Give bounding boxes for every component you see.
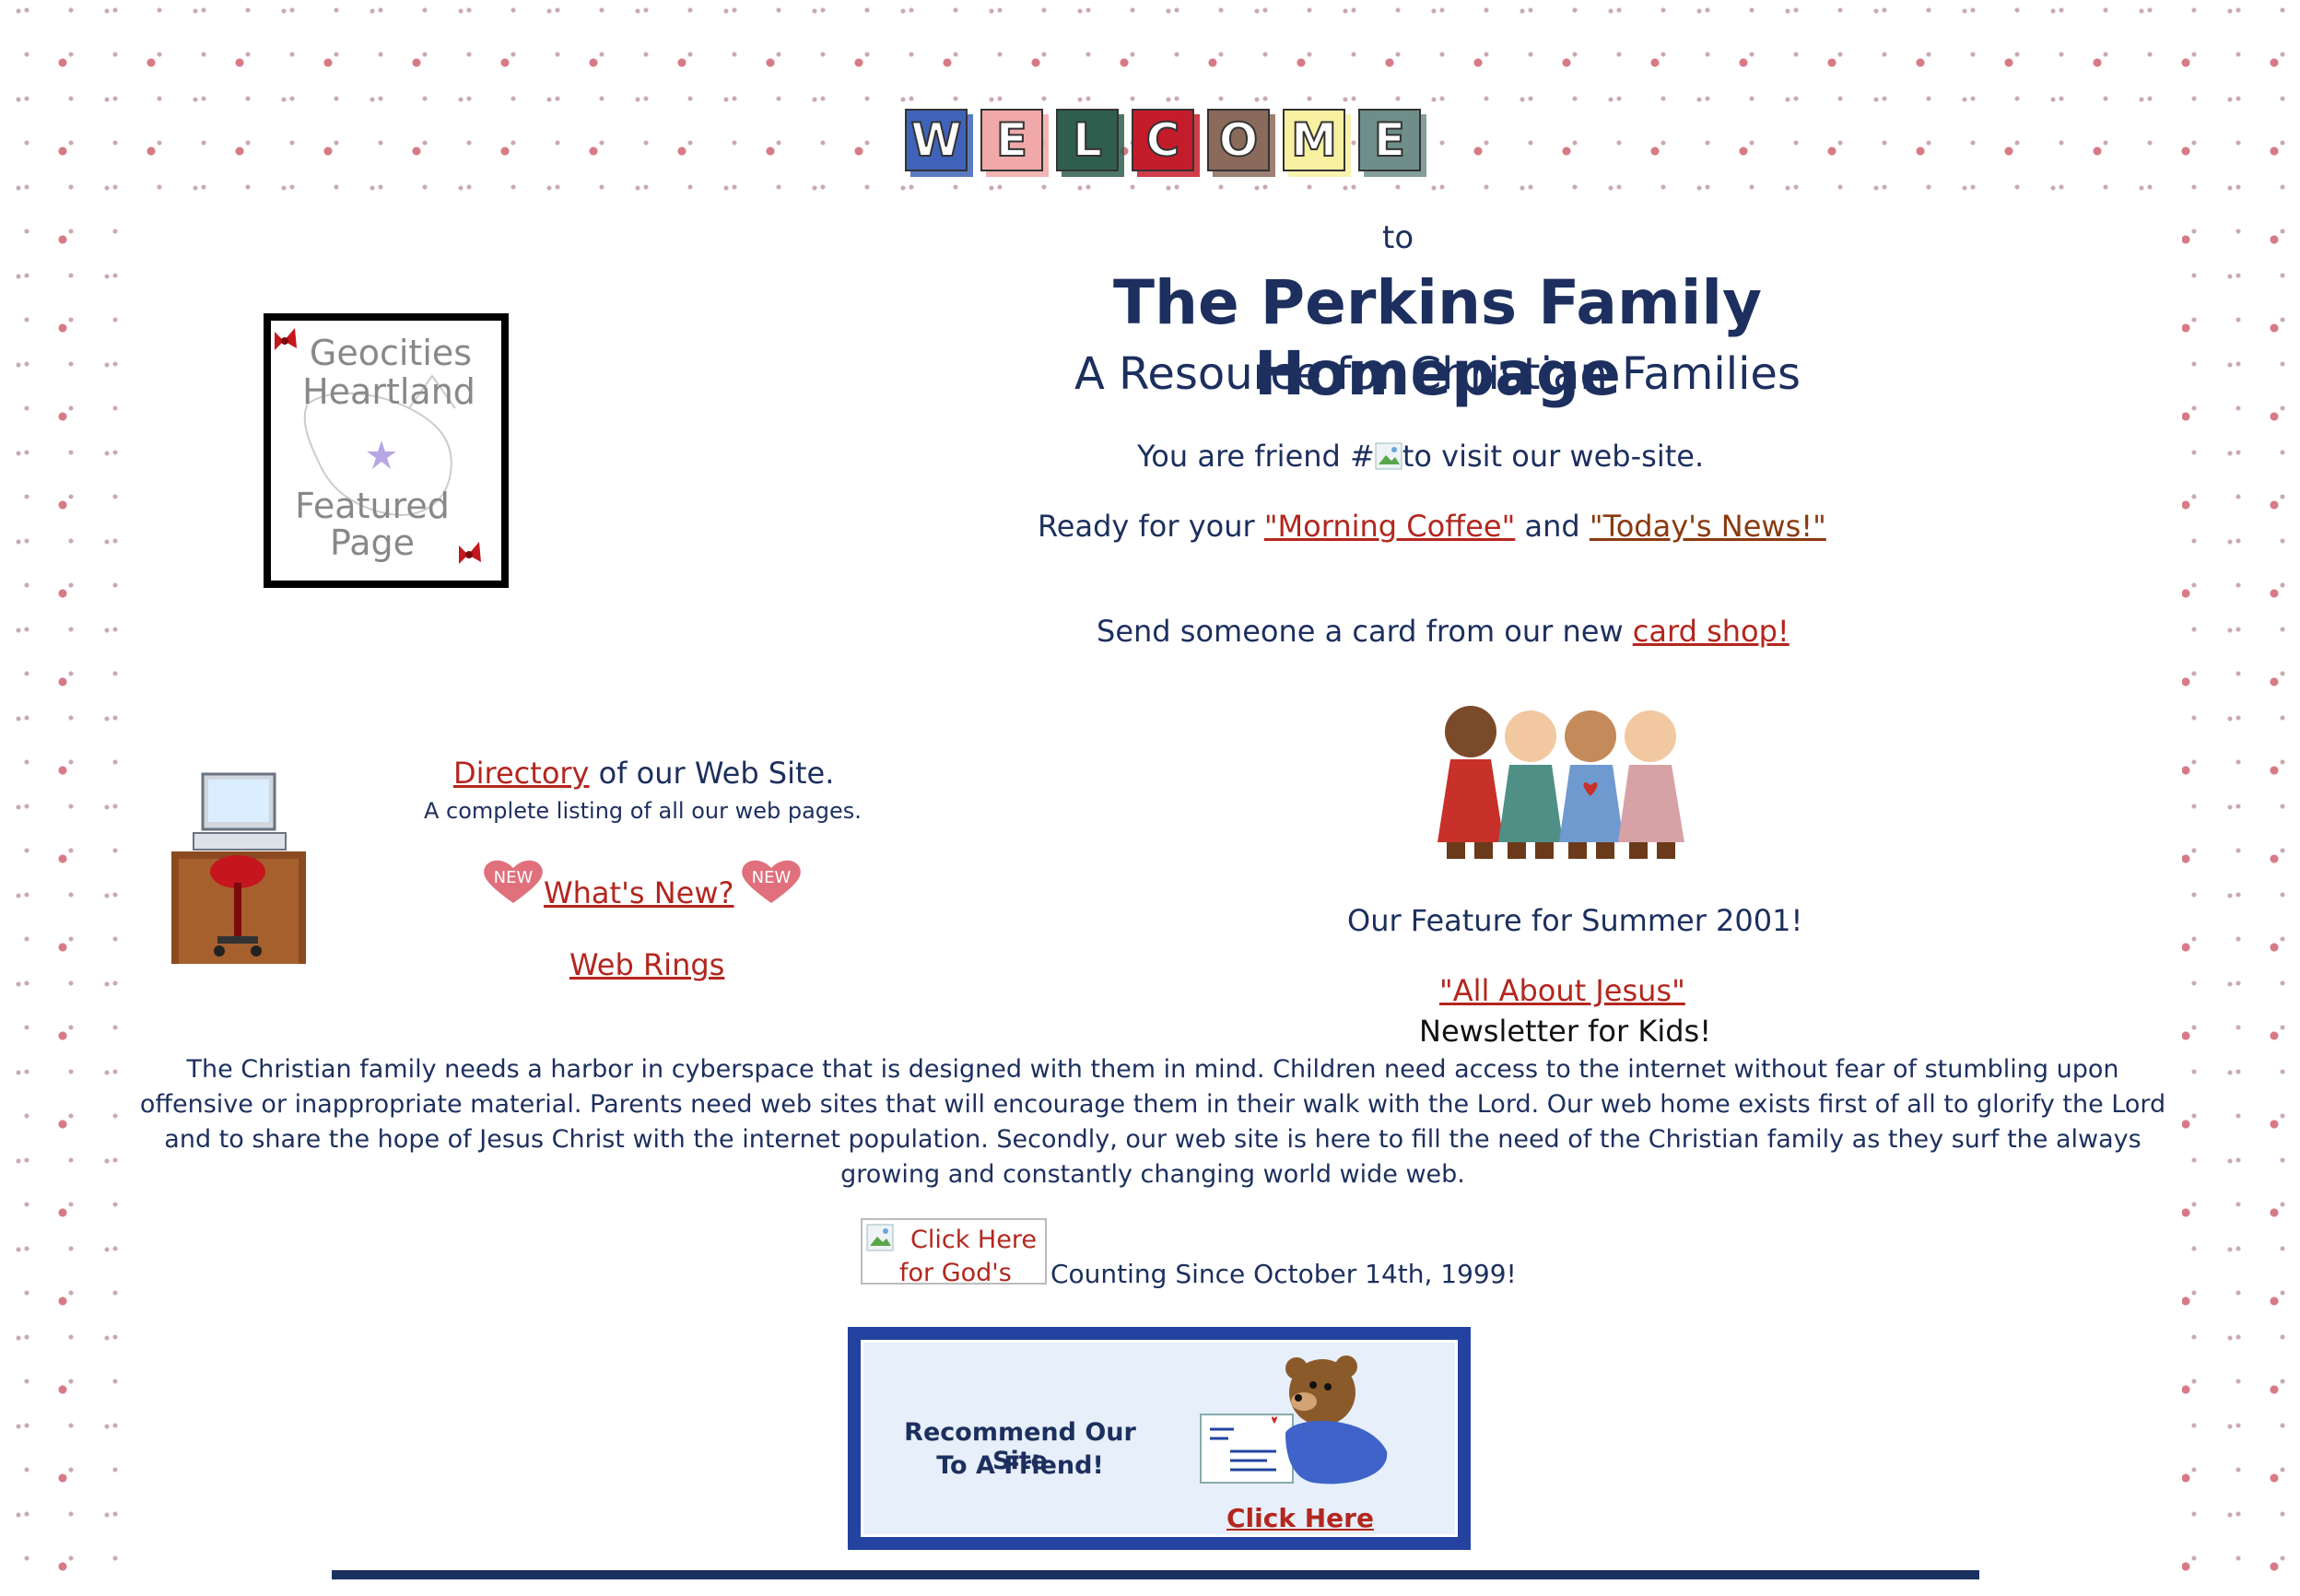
feature-caption: Newsletter for Kids!: [1419, 1014, 1712, 1049]
mission-paragraph: The Christian family needs a harbor in c…: [139, 1055, 2166, 1189]
new-heart-icon-right: NEW: [739, 857, 804, 905]
feature-heading: Our Feature for Summer 2001!: [1347, 903, 1803, 938]
web-rings-line: Web Rings: [569, 947, 724, 982]
recommend-click-here-link[interactable]: Click Here: [1226, 1503, 1374, 1533]
visitor-counter-line: You are friend # to visit our web-site.: [1137, 439, 1704, 474]
coffee-news-line: Ready for your "Morning Coffee" and "Tod…: [1038, 509, 1826, 544]
card-shop-link[interactable]: card shop!: [1633, 614, 1790, 649]
recommend-inner-panel: Recommend Our Site To A Friend! Click He…: [861, 1340, 1458, 1537]
red-bow-icon-top: [275, 328, 297, 350]
directory-line: Directory of our Web Site.: [453, 756, 834, 791]
badge-line3: Featured: [295, 486, 450, 526]
badge-line1: Geocities: [309, 333, 473, 373]
rag-dolls-illustration-icon: [1438, 706, 1684, 859]
directory-suffix: of our Web Site.: [589, 756, 835, 791]
welcome-tile: O: [1207, 109, 1275, 177]
welcome-tile-letter: E: [1358, 109, 1421, 171]
new-heart-left-label: NEW: [493, 868, 534, 887]
counter-prefix: You are friend #: [1137, 439, 1375, 474]
badge-line2: Heartland: [302, 371, 475, 412]
directory-link[interactable]: Directory: [453, 756, 589, 791]
card-shop-line: Send someone a card from our new card sh…: [1097, 614, 1790, 649]
todays-news-link[interactable]: "Today's News!": [1590, 509, 1826, 544]
welcome-tile-letter: E: [980, 109, 1043, 171]
whats-new-line: What's New?: [544, 875, 734, 910]
horizontal-divider: [332, 1570, 1979, 1579]
welcome-tile: L: [1056, 109, 1124, 177]
counter-alt-line1: Click Here: [910, 1226, 1037, 1254]
whats-new-link[interactable]: What's New?: [544, 875, 734, 910]
new-heart-right-label: NEW: [751, 868, 792, 887]
welcome-tile: M: [1283, 109, 1351, 177]
welcome-tile-letter: O: [1207, 109, 1270, 171]
web-rings-link[interactable]: Web Rings: [569, 947, 724, 982]
directory-caption: A complete listing of all our web pages.: [424, 798, 862, 824]
welcome-tile: C: [1132, 109, 1200, 177]
all-about-jesus-link[interactable]: "All About Jesus": [1439, 973, 1685, 1008]
new-heart-icon-left: NEW: [481, 857, 546, 905]
counting-since-text: Counting Since October 14th, 1999!: [1050, 1259, 1517, 1289]
welcome-banner: WELCOME: [905, 109, 1426, 177]
page-subtitle: A Resource for Christian Families: [1074, 348, 1801, 400]
welcome-tile-letter: L: [1056, 109, 1119, 171]
coffee-prefix: Ready for your: [1038, 509, 1264, 544]
welcome-tile-letter: C: [1132, 109, 1194, 171]
welcome-tile: W: [905, 109, 973, 177]
counter-suffix: to visit our web-site.: [1402, 439, 1705, 474]
counter-alt-line2: for God's: [899, 1259, 1012, 1285]
gods-counter-image-link[interactable]: Click Here for God's: [861, 1218, 1047, 1285]
broken-counter-image-icon: [1375, 442, 1402, 470]
welcome-tile: E: [980, 109, 1049, 177]
badge-line4: Page: [330, 522, 415, 563]
coffee-middle: and: [1515, 509, 1590, 544]
broken-image-icon: [866, 1224, 894, 1251]
welcome-tile: E: [1358, 109, 1426, 177]
morning-coffee-link[interactable]: "Morning Coffee": [1264, 509, 1516, 544]
welcome-to-text: to: [1382, 219, 1414, 256]
welcome-tile-letter: M: [1283, 109, 1345, 171]
all-about-jesus-line: "All About Jesus": [1439, 973, 1685, 1008]
recommend-line2: To A Friend!: [936, 1451, 1104, 1480]
welcome-tile-letter: W: [905, 109, 968, 171]
computer-desk-icon: [171, 772, 306, 964]
recommend-site-box[interactable]: Recommend Our Site To A Friend! Click He…: [848, 1327, 1471, 1550]
teddy-bear-letter-icon: [1200, 1355, 1388, 1485]
geocities-heartland-badge[interactable]: Geocities Heartland Featured Page: [264, 313, 509, 588]
card-shop-prefix: Send someone a card from our new: [1097, 614, 1633, 649]
